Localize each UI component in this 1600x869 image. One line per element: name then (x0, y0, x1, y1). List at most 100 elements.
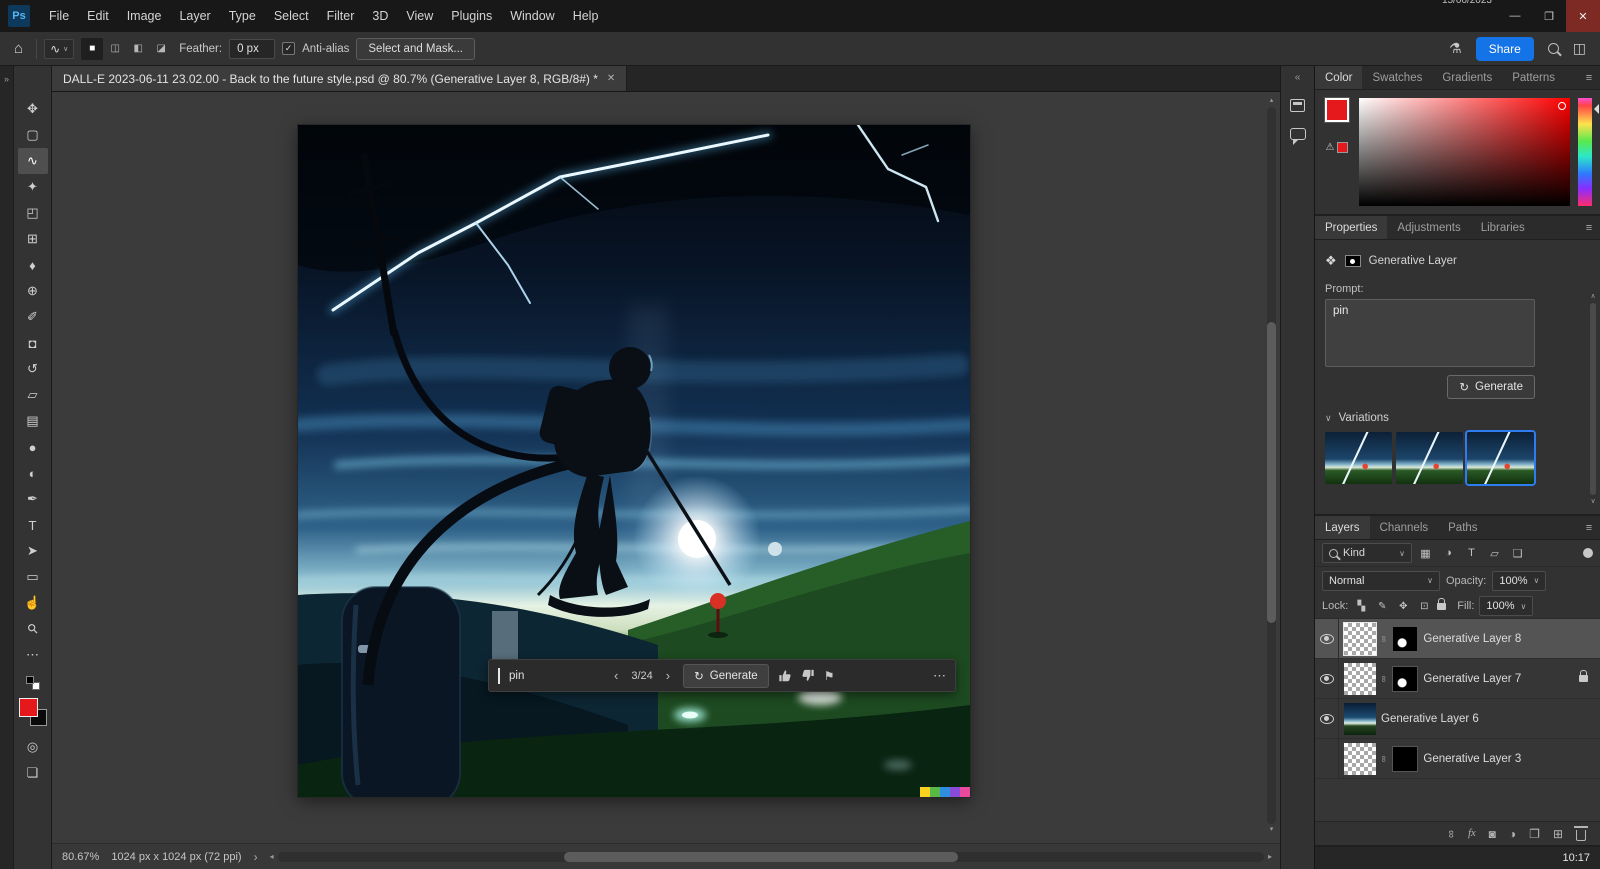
scroll-right-icon[interactable]: ▸ (1268, 852, 1272, 861)
layer-row[interactable]: ∞Generative Layer 3 (1315, 739, 1600, 779)
variations-header[interactable]: ∨ Variations (1325, 412, 1600, 424)
layer-thumbnail[interactable] (1344, 663, 1376, 695)
new-layer-icon[interactable]: ⊞ (1553, 827, 1563, 841)
lock-transparency-icon[interactable]: ▚ (1353, 597, 1369, 615)
link-layers-icon[interactable]: ∞ (1445, 830, 1457, 838)
delete-layer-icon[interactable] (1576, 830, 1586, 841)
type-tool[interactable]: T (18, 512, 48, 538)
photoshop-logo[interactable]: Ps (8, 5, 30, 27)
tab-patterns[interactable]: Patterns (1502, 66, 1565, 89)
canvas-area[interactable]: pin ‹ 3/24 › ↻ Generate (52, 92, 1280, 843)
menu-edit[interactable]: Edit (78, 0, 118, 32)
subtract-from-selection-button[interactable]: ◧ (127, 38, 149, 60)
generative-taskbar[interactable]: pin ‹ 3/24 › ↻ Generate (488, 659, 956, 692)
search-icon[interactable] (1548, 43, 1559, 54)
foreground-color-swatch[interactable] (19, 698, 38, 717)
filter-toggle[interactable] (1583, 548, 1593, 558)
layer-visibility-toggle[interactable] (1315, 659, 1339, 698)
close-button[interactable]: ✕ (1566, 0, 1600, 32)
scrollbar-thumb[interactable] (564, 852, 959, 862)
filter-kind-dropdown[interactable]: Kind ∨ (1322, 543, 1412, 563)
beta-flask-icon[interactable]: ⚗ (1449, 40, 1462, 57)
lock-image-icon[interactable]: ✎ (1374, 597, 1390, 615)
scroll-down-icon[interactable]: ▾ (1270, 825, 1274, 835)
layer-row[interactable]: Generative Layer 6 (1315, 699, 1600, 739)
filter-smart-objects-icon[interactable]: ❏ (1508, 544, 1527, 562)
tab-color[interactable]: Color (1315, 66, 1362, 89)
horizontal-scrollbar[interactable]: ◂ ▸ (270, 851, 1272, 863)
vertical-scrollbar[interactable]: ▴ ▾ (1266, 96, 1277, 835)
menu-select[interactable]: Select (265, 0, 318, 32)
menu-layer[interactable]: Layer (170, 0, 219, 32)
move-tool[interactable]: ✥ (18, 96, 48, 122)
eyedropper-tool[interactable]: ♦ (18, 252, 48, 278)
layer-visibility-toggle[interactable] (1315, 739, 1339, 778)
scroll-down-icon[interactable]: ∨ (1590, 497, 1595, 506)
variation-thumbnail[interactable] (1396, 432, 1463, 484)
collapsed-panel-icon[interactable] (1290, 99, 1305, 112)
taskbar-prompt-input[interactable]: pin (509, 670, 601, 682)
scrollbar-thumb[interactable] (1590, 303, 1596, 495)
properties-scrollbar[interactable]: ∧ ∨ (1588, 292, 1598, 506)
share-button[interactable]: Share (1476, 37, 1534, 61)
canvas-artwork[interactable]: pin ‹ 3/24 › ↻ Generate (298, 125, 970, 797)
lasso-tool[interactable]: ∿ (18, 148, 48, 174)
layer-mask-thumbnail[interactable] (1392, 666, 1418, 692)
scrollbar-track[interactable] (1267, 107, 1276, 824)
gamut-warning-icon[interactable]: ⚠ (1326, 142, 1335, 153)
panel-menu-icon[interactable]: ≡ (1578, 516, 1600, 539)
taskbar-generate-button[interactable]: ↻ Generate (683, 664, 769, 688)
variation-thumbnail[interactable] (1467, 432, 1534, 484)
foreground-color-swatch[interactable] (1325, 98, 1349, 122)
new-adjustment-layer-icon[interactable]: ◑ (1509, 827, 1516, 841)
opacity-input[interactable]: 100% ∨ (1492, 571, 1546, 591)
gamut-color-swatch[interactable] (1337, 142, 1348, 153)
layer-mask-thumbnail[interactable] (1392, 626, 1418, 652)
thumbs-up-icon[interactable] (778, 669, 792, 683)
tab-close-icon[interactable]: ✕ (607, 73, 615, 84)
clone-stamp-tool[interactable]: ◘ (18, 330, 48, 356)
more-options-icon[interactable]: ⋯ (933, 668, 946, 684)
scroll-up-icon[interactable]: ▴ (1270, 96, 1274, 106)
home-icon[interactable]: ⌂ (8, 40, 29, 57)
feather-input[interactable]: 0 px (229, 39, 275, 59)
menu-filter[interactable]: Filter (318, 0, 364, 32)
new-group-icon[interactable]: ❐ (1529, 827, 1540, 841)
filter-pixel-layers-icon[interactable]: ▦ (1416, 544, 1435, 562)
toolbar-collapse-rail[interactable]: » (0, 66, 14, 869)
hue-slider[interactable] (1578, 98, 1592, 206)
scroll-left-icon[interactable]: ◂ (270, 852, 274, 861)
blend-mode-select[interactable]: Normal ∨ (1322, 571, 1440, 591)
gradient-tool[interactable]: ▤ (18, 408, 48, 434)
minimize-button[interactable]: — (1498, 0, 1532, 32)
status-options-chevron[interactable]: › (254, 850, 258, 864)
eraser-tool[interactable]: ▱ (18, 382, 48, 408)
tab-adjustments[interactable]: Adjustments (1387, 216, 1470, 239)
dodge-tool[interactable]: ◐ (18, 460, 48, 486)
tab-properties[interactable]: Properties (1315, 216, 1387, 239)
thumbs-down-icon[interactable] (801, 669, 815, 683)
layer-visibility-toggle[interactable] (1315, 699, 1339, 738)
path-selection-tool[interactable]: ➤ (18, 538, 48, 564)
menu-view[interactable]: View (397, 0, 442, 32)
expand-panels-icon[interactable]: « (1295, 72, 1301, 83)
menu-window[interactable]: Window (501, 0, 563, 32)
menu-plugins[interactable]: Plugins (442, 0, 501, 32)
tab-channels[interactable]: Channels (1370, 516, 1439, 539)
tool-preset-picker[interactable]: ∿ ∨ (44, 39, 74, 59)
screen-mode-button[interactable]: ❏ (18, 760, 48, 786)
lock-artboard-icon[interactable]: ⊡ (1416, 597, 1432, 615)
report-flag-icon[interactable]: ⚑ (824, 669, 835, 683)
spot-healing-brush-tool[interactable]: ⊕ (18, 278, 48, 304)
antialias-checkbox[interactable]: ✓ (282, 42, 295, 55)
tab-libraries[interactable]: Libraries (1471, 216, 1535, 239)
object-selection-tool[interactable]: ✦ (18, 174, 48, 200)
saturation-brightness-field[interactable] (1359, 98, 1570, 206)
lock-position-icon[interactable]: ✥ (1395, 597, 1411, 615)
filter-shape-layers-icon[interactable]: ▱ (1485, 544, 1504, 562)
history-brush-tool[interactable]: ↺ (18, 356, 48, 382)
fill-input[interactable]: 100% ∨ (1479, 596, 1533, 616)
scroll-up-icon[interactable]: ∧ (1590, 292, 1595, 301)
menu-file[interactable]: File (40, 0, 78, 32)
layer-mask-thumbnail[interactable] (1392, 746, 1418, 772)
